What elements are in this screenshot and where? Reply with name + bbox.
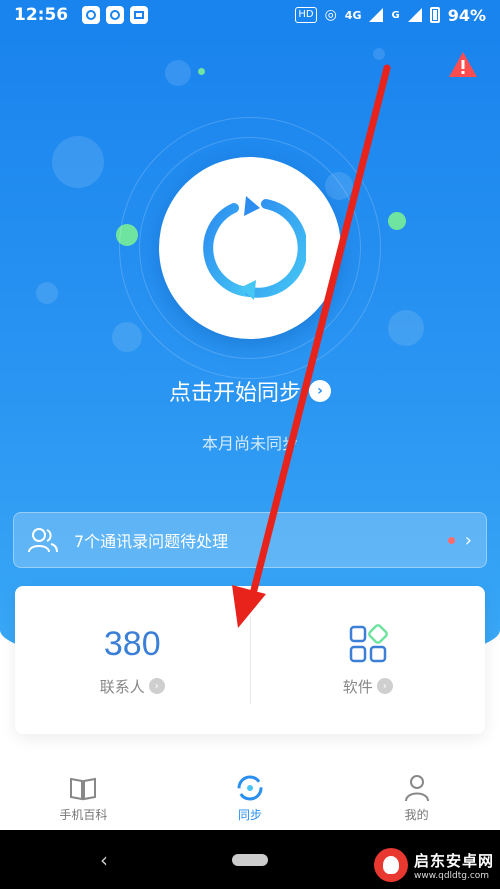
watermark-name: 启东安卓网 (413, 851, 494, 870)
contacts-label-text: 联系人 (99, 677, 145, 696)
decor-bubble (52, 136, 104, 188)
battery-percent: 94% (447, 5, 486, 25)
app-notification-icon (82, 6, 101, 24)
watermark: 启东安卓网 www.qdldtg.com (373, 848, 494, 882)
nav-label: 我的 (404, 808, 429, 822)
chevron-right-icon: › (148, 678, 165, 694)
signal-icon (369, 8, 384, 22)
nav-item-sync[interactable]: 同步 (167, 766, 334, 830)
back-icon[interactable]: ‹ (100, 848, 108, 872)
network-type-label: 4G (344, 8, 362, 22)
nav-item-encyclopedia[interactable]: 手机百科 (0, 766, 167, 830)
status-bar: 12:56 HD ◎ 4G G 94% (0, 0, 500, 30)
decor-bubble (388, 310, 424, 346)
decor-green-dot (388, 212, 406, 230)
battery-icon (429, 7, 440, 23)
app-notification-icon-2 (106, 6, 125, 24)
apps-icon (349, 623, 388, 662)
contacts-count: 380 (103, 624, 161, 663)
nav-item-mine[interactable]: 我的 (333, 766, 500, 830)
apps-stat[interactable]: 软件 › (251, 586, 486, 734)
sync-icon (203, 196, 306, 300)
start-sync-button[interactable] (159, 157, 341, 339)
contacts-label: 联系人 › (100, 676, 165, 697)
watermark-logo-icon (373, 848, 408, 882)
unread-dot (447, 536, 455, 544)
bottom-nav: 手机百科 同步 我的 (0, 766, 500, 830)
home-pill[interactable] (232, 853, 268, 866)
contacts-stat[interactable]: 380 联系人 › (15, 586, 250, 734)
contacts-issue-text: 7个通讯录问题待处理 (74, 532, 229, 551)
decor-bubble (373, 48, 385, 60)
image-notification-icon (130, 6, 149, 24)
hd-voice-icon: HD (295, 7, 317, 23)
chevron-right-icon: › (309, 380, 331, 402)
book-icon (70, 777, 97, 801)
nav-label: 同步 (238, 808, 263, 822)
contacts-issue-banner[interactable]: 7个通讯录问题待处理 › (13, 512, 487, 568)
status-time: 12:56 (14, 5, 69, 25)
decor-bubble (112, 322, 142, 352)
sync-icon (237, 775, 263, 801)
decor-bubble (36, 282, 58, 304)
sync-subtitle: 本月尚未同步 (201, 434, 298, 453)
warning-icon[interactable] (448, 50, 478, 80)
apps-label: 软件 › (343, 676, 393, 697)
signal-icon-2 (407, 8, 422, 22)
decor-green-dot (198, 68, 205, 75)
watermark-url: www.qdldtg.com (413, 870, 490, 881)
sync-hero: 点击开始同步 › 本月尚未同步 7个通讯录问题待处理 › (0, 30, 500, 670)
chevron-right-icon: › (376, 678, 393, 694)
apps-label-text: 软件 (342, 677, 373, 696)
network-type-label-2: G (391, 9, 400, 21)
sync-title[interactable]: 点击开始同步 › (0, 375, 500, 407)
sync-title-text: 点击开始同步 (168, 381, 301, 406)
nav-label: 手机百科 (59, 808, 108, 822)
people-icon (28, 528, 58, 553)
hotspot-icon: ◎ (324, 7, 337, 23)
decor-bubble (165, 60, 191, 86)
person-icon (404, 775, 429, 802)
stats-card: 380 联系人 › 软件 › (15, 586, 485, 734)
chevron-right-icon: › (464, 529, 472, 551)
